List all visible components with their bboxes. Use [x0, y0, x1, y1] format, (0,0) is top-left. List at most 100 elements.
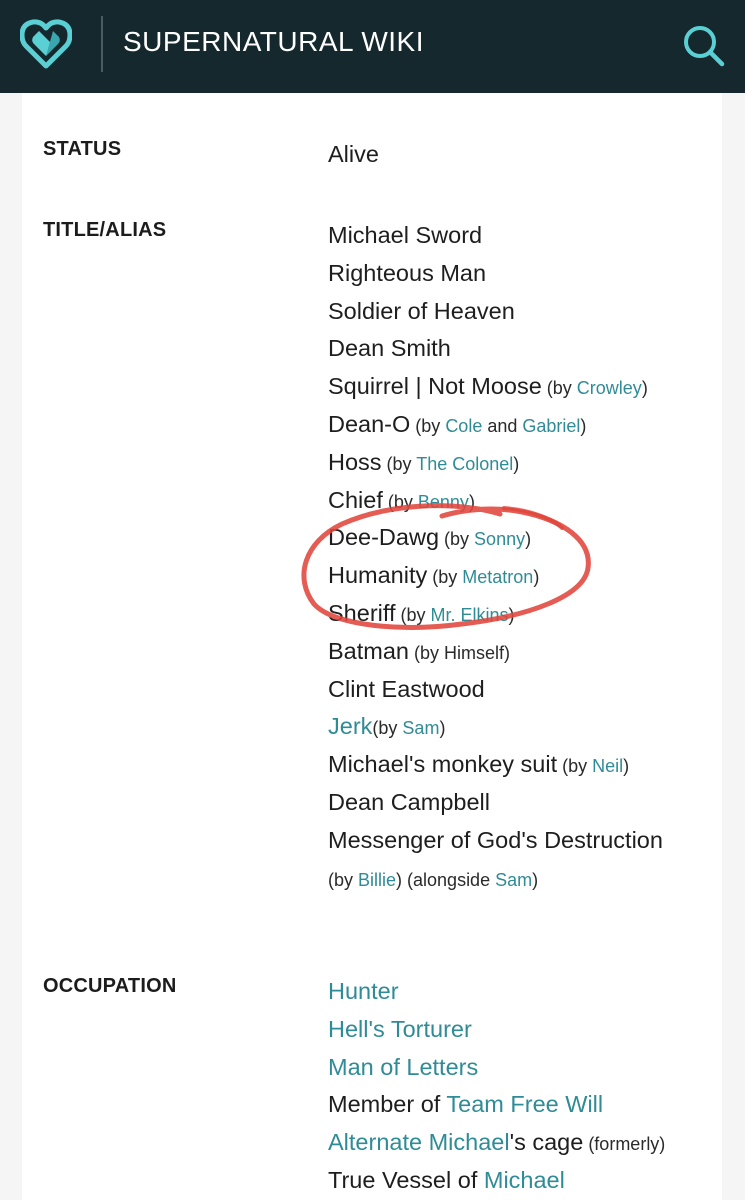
list-item: Dean Campbell: [328, 784, 663, 822]
attribution-note: (formerly): [583, 1134, 665, 1154]
attribution-prefix: (by: [427, 567, 463, 588]
alias-text: Michael's monkey suit: [328, 751, 558, 778]
attribution-note: (by The Colonel): [382, 454, 520, 474]
attribution-suffix: ): [532, 869, 539, 890]
list-item: Member of Team Free Will: [328, 1086, 665, 1124]
wiki-link[interactable]: Hell's Torturer: [328, 1016, 472, 1042]
attribution-suffix: ): [525, 529, 532, 550]
attribution-prefix: (by: [395, 604, 431, 625]
character-link[interactable]: Cole: [445, 416, 482, 436]
attribution-suffix: ): [468, 491, 475, 512]
attribution-prefix: (by: [382, 491, 418, 512]
alias-text: Michael Sword: [328, 222, 483, 248]
list-item: Dean Smith: [328, 330, 663, 368]
attribution-note: (by Metatron): [427, 567, 539, 587]
list-item: Humanity (by Metatron): [328, 557, 663, 595]
character-link[interactable]: Neil: [592, 756, 623, 776]
title-alias-list: Michael Sword Righteous Man Soldier of Hea…: [328, 217, 663, 897]
list-item: Righteous Man: [328, 255, 663, 293]
attribution-note: (by Benny): [383, 492, 475, 512]
attribution-prefix: (by: [410, 415, 446, 436]
attribution-prefix: (by: [557, 756, 593, 777]
character-link[interactable]: Sonny: [474, 529, 525, 549]
character-link[interactable]: Sam: [495, 870, 532, 890]
list-item: Clint Eastwood: [328, 671, 663, 709]
wiki-link[interactable]: Hunter: [328, 978, 399, 1004]
attribution-note: (by Sam): [372, 718, 445, 738]
alias-text: Member of: [328, 1091, 447, 1118]
character-link[interactable]: Mr. Elkins: [431, 605, 509, 625]
list-item: Dee-Dawg (by Sonny): [328, 519, 663, 557]
alias-text: Messenger of God's Destruction: [328, 826, 663, 853]
attribution-suffix: ): [508, 604, 515, 625]
alias-text: Chief: [328, 486, 383, 513]
attribution-prefix: (by: [372, 718, 403, 739]
attribution-suffix: ): [533, 567, 540, 588]
status-values: Alive: [328, 136, 379, 174]
alias-text: Soldier of Heaven: [328, 297, 515, 324]
wiki-link[interactable]: Man of Letters: [328, 1054, 478, 1080]
attribution-note: (by Himself): [409, 643, 510, 663]
alias-text: Dean Campbell: [328, 788, 490, 815]
character-link[interactable]: Gabriel: [522, 416, 580, 436]
occupation-list: Hunter Hell's Torturer Man of Letters Membe…: [328, 973, 665, 1200]
list-item: Dean-O (by Cole and Gabriel): [328, 406, 663, 444]
attribution-note: (by Neil): [557, 756, 629, 776]
site-header: SUPERNATURAL WIKI: [0, 0, 745, 93]
fandom-heart-logo-icon[interactable]: [20, 18, 72, 70]
attribution-mid: ) (alongside: [396, 869, 496, 890]
character-link[interactable]: Metatron: [462, 567, 533, 587]
list-item: Michael Sword: [328, 217, 663, 255]
attribution-prefix: (by: [381, 453, 417, 474]
alias-text: 's cage: [509, 1129, 584, 1156]
attribution-note: (by Mr. Elkins): [396, 605, 515, 625]
list-item: Hoss (by The Colonel): [328, 444, 663, 482]
alias-text: Clint Eastwood: [328, 675, 485, 702]
attribution-prefix: (by: [541, 378, 577, 399]
alias-text: Sheriff: [328, 599, 396, 626]
title-alias-label: TITLE/ALIAS: [43, 219, 167, 241]
attribution-prefix: (by Himself): [409, 642, 511, 663]
site-title[interactable]: SUPERNATURAL WIKI: [123, 26, 424, 58]
list-item: Batman (by Himself): [328, 633, 663, 671]
list-item: Hell's Torturer: [328, 1011, 665, 1049]
alias-text: Hoss: [328, 448, 382, 475]
alias-text: Dean-O: [328, 410, 411, 437]
list-item: Messenger of God's Destruction: [328, 822, 663, 860]
list-item: Jerk(by Sam): [328, 708, 663, 746]
character-link[interactable]: The Colonel: [416, 454, 513, 474]
attribution-suffix: ): [513, 453, 520, 474]
attribution-suffix: ): [641, 378, 648, 399]
attribution-mid: and: [482, 415, 523, 436]
wiki-link[interactable]: Alternate Michael: [328, 1129, 510, 1155]
header-divider: [101, 16, 103, 72]
attribution-note: (by Cole and Gabriel): [410, 416, 586, 436]
list-item: Soldier of Heaven: [328, 293, 663, 331]
character-link[interactable]: Billie: [358, 870, 396, 890]
character-link[interactable]: Benny: [418, 492, 469, 512]
alias-text: Dean Smith: [328, 335, 451, 362]
list-item: Sheriff (by Mr. Elkins): [328, 595, 663, 633]
list-item: Squirrel | Not Moose (by Crowley): [328, 368, 663, 406]
list-item: Alternate Michael's cage (formerly): [328, 1124, 665, 1162]
wiki-link[interactable]: Jerk: [328, 713, 372, 739]
attribution-note: (formerly): [583, 1134, 666, 1155]
wiki-link[interactable]: Team Free Will: [446, 1091, 603, 1117]
attribution-suffix: ): [439, 718, 446, 739]
list-item: Man of Letters: [328, 1049, 665, 1087]
occupation-label: OCCUPATION: [43, 975, 177, 997]
alias-text: Dee-Dawg: [328, 524, 440, 551]
attribution-suffix: ): [580, 415, 587, 436]
alias-text: True Vessel of: [328, 1166, 484, 1193]
alias-text: Batman: [328, 637, 409, 664]
alias-text: Humanity: [328, 562, 428, 589]
alias-text: Righteous Man: [328, 259, 487, 286]
list-item: Michael's monkey suit (by Neil): [328, 746, 663, 784]
character-link[interactable]: Crowley: [577, 378, 642, 398]
list-item: Chief (by Benny): [328, 482, 663, 520]
wiki-link[interactable]: Michael: [484, 1167, 565, 1193]
character-link[interactable]: Sam: [402, 718, 439, 738]
search-icon[interactable]: [680, 22, 726, 68]
attribution-suffix: ): [623, 756, 630, 777]
status-label: STATUS: [43, 138, 122, 160]
